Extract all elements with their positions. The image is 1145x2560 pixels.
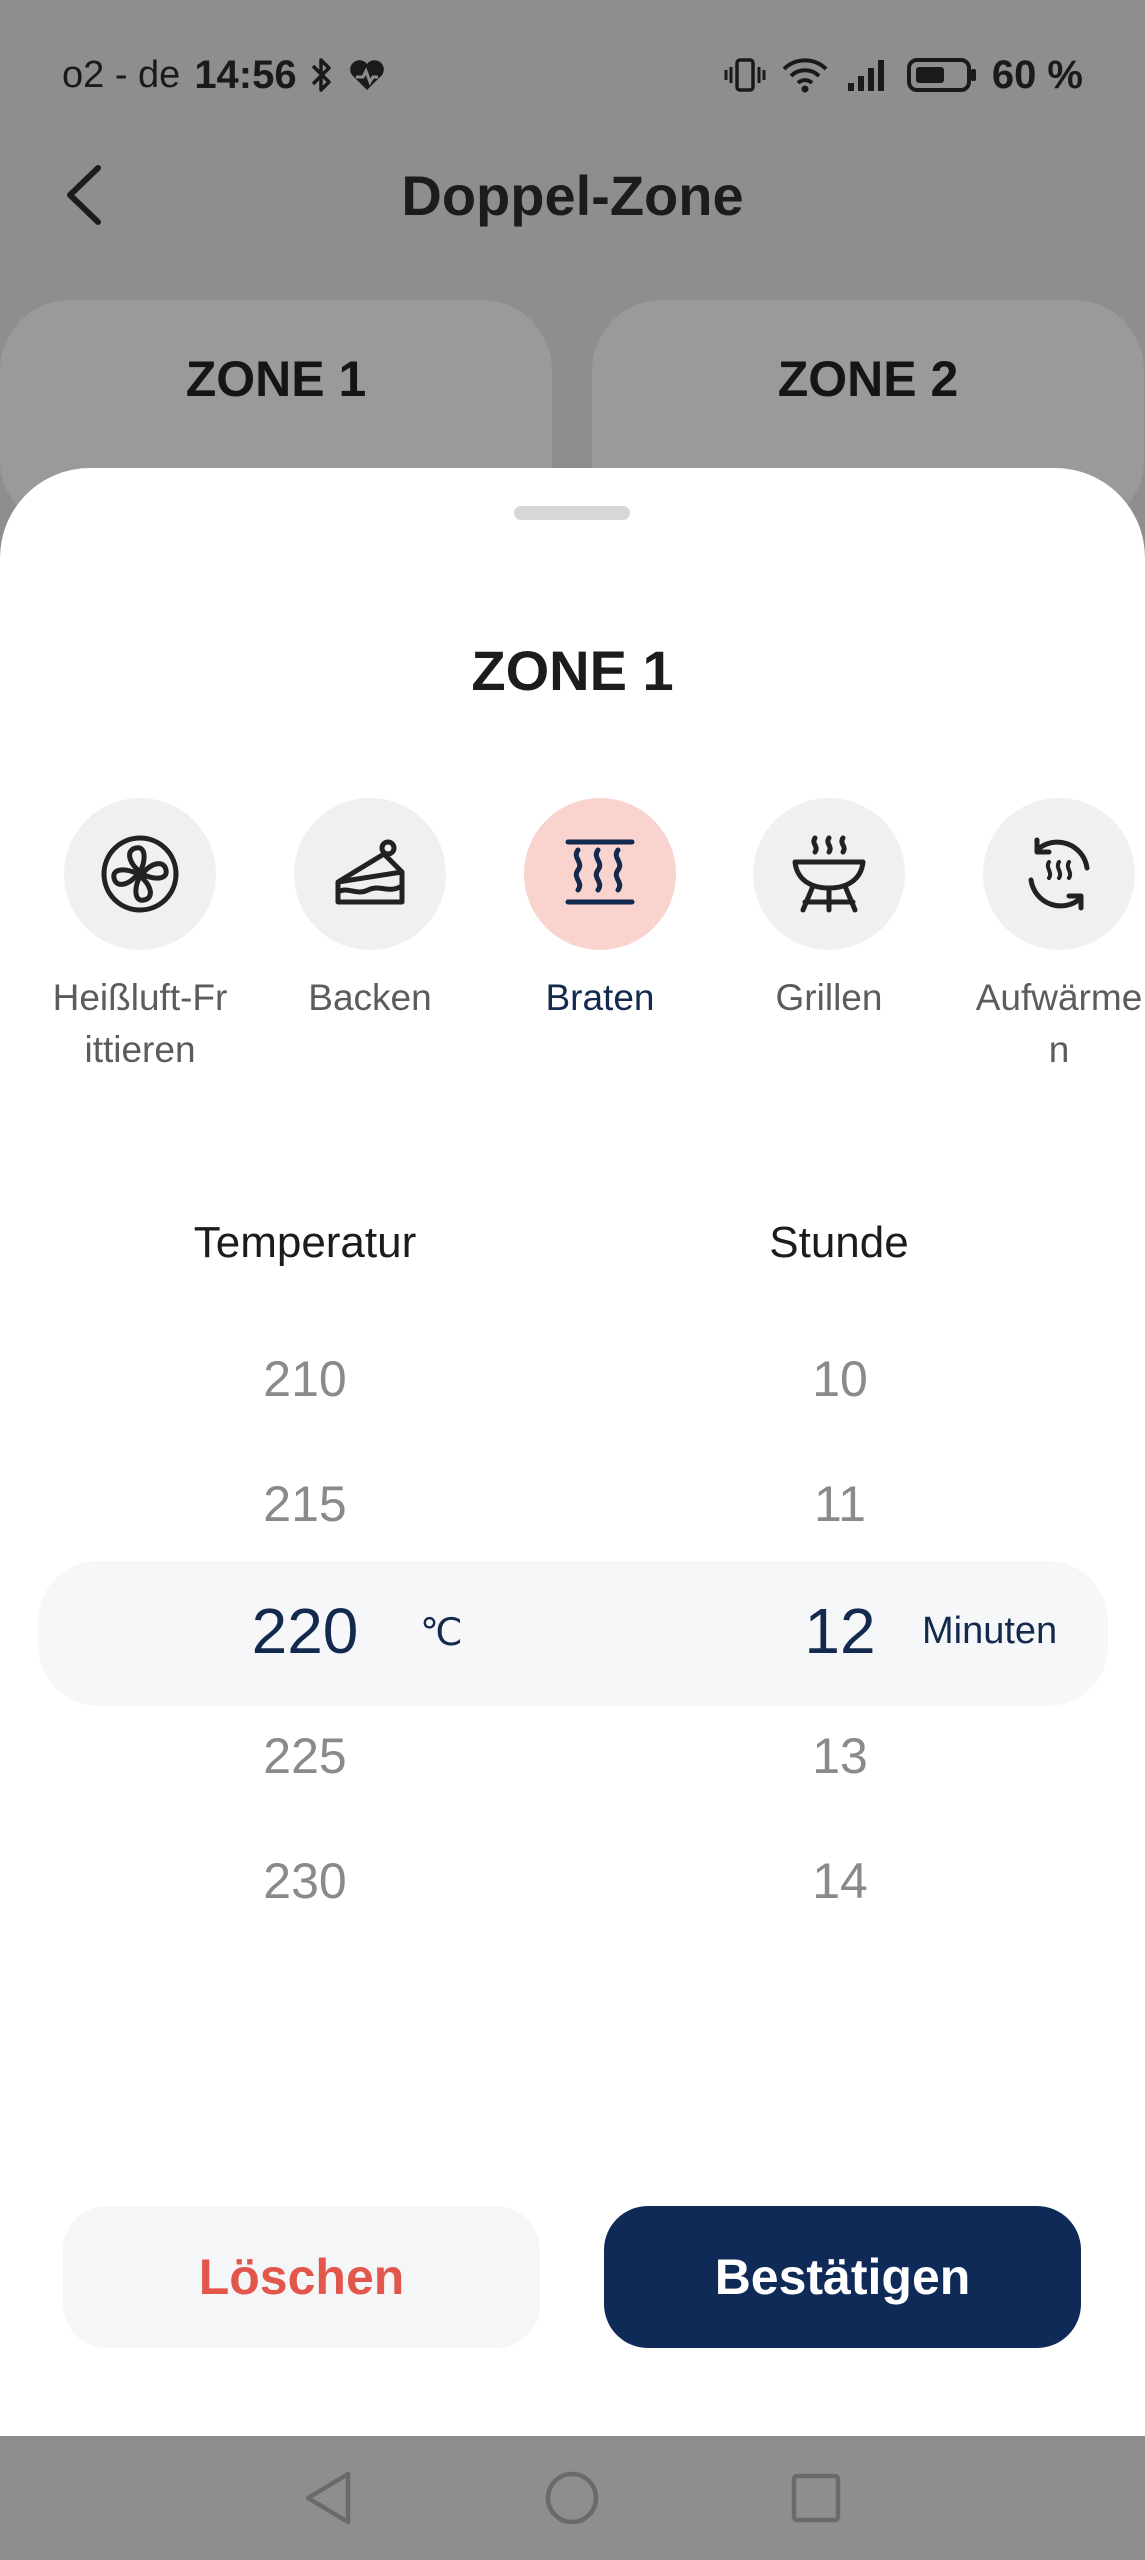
battery-icon xyxy=(906,55,978,95)
hour-label: Stunde xyxy=(769,1218,909,1267)
app-header: Doppel-Zone xyxy=(0,140,1145,250)
mode-icon-wrapper xyxy=(524,798,676,950)
mode-braten[interactable]: Braten xyxy=(485,798,715,1024)
time-option[interactable]: 13 xyxy=(690,1727,990,1785)
zone-settings-sheet: ZONE 1 Heißluft-Fr ittieren Backen Brate… xyxy=(0,468,1145,2436)
mode-label: Aufwärme n xyxy=(975,977,1143,1070)
nav-home-button[interactable] xyxy=(542,2468,602,2528)
status-bar: o2 - de 14:56 60 % xyxy=(0,0,1145,150)
cake-icon xyxy=(335,839,405,905)
heat-waves-icon xyxy=(565,839,635,905)
time-option[interactable]: 11 xyxy=(690,1475,990,1533)
time-option[interactable]: 10 xyxy=(690,1350,990,1408)
system-nav-bar xyxy=(0,2436,1145,2560)
mode-icon-wrapper xyxy=(64,798,216,950)
sheet-title: ZONE 1 xyxy=(471,639,674,702)
mode-icon-wrapper xyxy=(294,798,446,950)
reheat-icon xyxy=(1028,837,1090,911)
mode-heissluft-frittieren[interactable]: Heißluft-Fr ittieren xyxy=(25,798,255,1076)
grill-icon xyxy=(792,835,866,913)
time-unit: Minuten xyxy=(922,1610,1058,1652)
temperature-option[interactable]: 215 xyxy=(155,1475,455,1533)
mode-label: Heißluft-Fr ittieren xyxy=(52,977,228,1070)
temperature-option[interactable]: 230 xyxy=(155,1852,455,1910)
mode-aufwaermen[interactable]: Aufwärme n xyxy=(944,798,1145,1076)
vibrate-icon xyxy=(724,55,766,95)
page-title: Doppel-Zone xyxy=(401,163,744,227)
mode-grillen[interactable]: Grillen xyxy=(714,798,944,1024)
signal-icon xyxy=(846,55,892,95)
temperature-label: Temperatur xyxy=(193,1218,417,1267)
health-icon xyxy=(347,57,387,93)
nav-back-button[interactable] xyxy=(298,2468,358,2528)
cooking-mode-list: Heißluft-Fr ittieren Backen Braten Grill… xyxy=(0,798,1145,1078)
square-recents-icon xyxy=(791,2473,841,2523)
nav-recents-button[interactable] xyxy=(786,2468,846,2528)
mode-icon-wrapper xyxy=(753,798,905,950)
temperature-option[interactable]: 210 xyxy=(155,1350,455,1408)
bluetooth-icon xyxy=(307,55,337,95)
mode-icon-wrapper xyxy=(983,798,1135,950)
mode-label: Backen xyxy=(308,977,432,1018)
battery-percent: 60 % xyxy=(991,52,1083,97)
time-option[interactable]: 14 xyxy=(690,1852,990,1910)
back-button[interactable] xyxy=(58,162,118,228)
wifi-icon xyxy=(780,55,832,95)
chevron-left-icon xyxy=(67,165,101,225)
mode-label: Grillen xyxy=(775,977,883,1018)
mode-backen[interactable]: Backen xyxy=(255,798,485,1024)
clear-button[interactable]: Löschen xyxy=(63,2206,540,2348)
temperature-unit: ℃ xyxy=(420,1612,463,1654)
confirm-button[interactable]: Bestätigen xyxy=(604,2206,1081,2348)
sheet-drag-handle[interactable] xyxy=(514,506,630,520)
triangle-back-icon xyxy=(305,2471,351,2525)
circle-home-icon xyxy=(545,2471,599,2525)
temperature-option[interactable]: 225 xyxy=(155,1727,455,1785)
mode-label: Braten xyxy=(545,977,655,1018)
temperature-selected[interactable]: 220 xyxy=(155,1594,455,1668)
carrier-name: o2 - de xyxy=(62,53,181,96)
fan-icon xyxy=(101,835,179,913)
clock: 14:56 xyxy=(194,52,297,97)
